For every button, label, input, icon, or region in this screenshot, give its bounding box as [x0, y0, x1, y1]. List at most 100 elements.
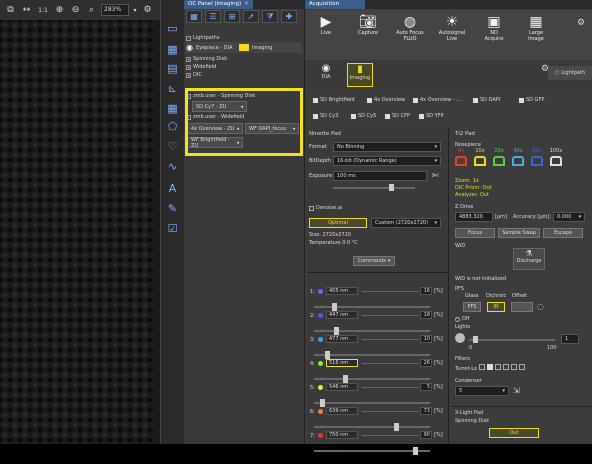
exposure-slider[interactable]: [333, 184, 415, 191]
filter-icon[interactable]: ⧩: [262, 10, 278, 23]
lights-input[interactable]: 1: [561, 334, 579, 344]
preset-item[interactable]: SD Cy3: [313, 113, 338, 119]
filter-pos[interactable]: [503, 364, 509, 370]
autofocus-button[interactable]: ◍ Auto Focus FLUO: [389, 10, 431, 42]
channel-slider[interactable]: [314, 423, 430, 431]
preset-item[interactable]: SD GFP: [519, 97, 544, 103]
exposure-input[interactable]: 100 ms: [333, 171, 427, 181]
objective-button[interactable]: [531, 156, 543, 166]
zoom-out-icon[interactable]: ⊖: [69, 4, 82, 17]
commands-button[interactable]: Commands ▾: [353, 256, 395, 266]
channel-toggle[interactable]: [318, 385, 323, 390]
optimal-button[interactable]: Optimal: [309, 218, 367, 228]
lights-slider[interactable]: [469, 336, 555, 343]
preset-item[interactable]: SD DAPI: [473, 97, 500, 103]
denoise-checkbox[interactable]: Denoise.ai: [309, 205, 342, 211]
offset-icon[interactable]: ◌: [537, 302, 544, 311]
preset-item[interactable]: 4x Overview: [367, 97, 405, 103]
channel-name[interactable]: 447 nm: [326, 311, 358, 319]
channel-name[interactable]: 516 nm: [326, 359, 358, 367]
channel-slider[interactable]: [314, 375, 430, 383]
preset-item[interactable]: 4x Overview - ...: [413, 97, 461, 103]
arrow-icon[interactable]: ➚: [243, 10, 259, 23]
expand-icon[interactable]: +: [186, 64, 191, 70]
settings-icon[interactable]: ⚙: [577, 18, 585, 28]
channel-value[interactable]: 16: [420, 287, 432, 295]
large-image-button[interactable]: ▦ Large Image: [515, 10, 557, 42]
checkbox-box[interactable]: [309, 205, 314, 211]
channel-name[interactable]: 750 nm: [326, 431, 358, 439]
grid-view-icon[interactable]: ▦: [186, 10, 202, 23]
list-view-icon[interactable]: ☰: [205, 10, 221, 23]
pfs-off-radio[interactable]: Off: [455, 316, 469, 322]
freehand-icon[interactable]: ♡: [164, 138, 181, 155]
eyepiece-label[interactable]: Eyepiece - DIA: [196, 45, 236, 51]
bitdepth-select[interactable]: 16-bit (Dynamic Range) ▾: [333, 156, 441, 166]
close-icon[interactable]: ✕: [244, 1, 249, 7]
channel-name[interactable]: 639 nm: [326, 407, 358, 415]
expand-icon[interactable]: -: [186, 35, 191, 41]
condenser-icon[interactable]: ⇲: [513, 386, 520, 395]
table-icon[interactable]: ▤: [164, 60, 181, 77]
channel-slider[interactable]: [314, 327, 430, 335]
channel-value[interactable]: 18: [420, 311, 432, 319]
channel-slider[interactable]: [314, 399, 430, 407]
imaging-label[interactable]: Imaging: [252, 45, 272, 51]
objective-button[interactable]: [550, 156, 562, 166]
pfs-button[interactable]: PFS: [463, 302, 481, 312]
channel-toggle[interactable]: [318, 433, 323, 438]
light-toggle[interactable]: [455, 333, 465, 343]
chevron-down-icon[interactable]: ▾: [132, 4, 138, 17]
eye-icon[interactable]: ◉: [186, 43, 193, 52]
grid-small-icon[interactable]: ▦: [164, 100, 181, 117]
scale-one-button[interactable]: 1:1: [36, 4, 50, 17]
exposure-tool-icon[interactable]: ✄: [432, 171, 439, 180]
tab-acquisition[interactable]: Acquisition: [305, 0, 365, 9]
filter-pos[interactable]: [487, 364, 493, 370]
search-icon[interactable]: ⌕: [85, 4, 98, 17]
pen-icon[interactable]: ✎: [164, 200, 181, 217]
image-viewer[interactable]: [0, 0, 160, 444]
preset-item[interactable]: SD YFP: [419, 113, 444, 119]
tools-icon[interactable]: ✚: [281, 10, 297, 23]
filter-pos[interactable]: [511, 364, 517, 370]
capture-button[interactable]: 📷︎ Capture: [347, 10, 389, 36]
tree-item-spinning[interactable]: + Spinning Disk: [186, 56, 302, 62]
z-position-input[interactable]: 4883.320: [455, 212, 493, 222]
mode-dia[interactable]: ◉ DIA: [313, 63, 339, 87]
discharge-button[interactable]: ⚗ Discharge: [513, 248, 545, 270]
channel-value[interactable]: 90: [420, 431, 432, 439]
tree-item-lightpaths[interactable]: - Lightpaths: [186, 35, 302, 41]
channel-slider[interactable]: [314, 351, 430, 359]
tree-item-widefield[interactable]: + Widefield: [186, 64, 302, 70]
filter-pos[interactable]: [519, 364, 525, 370]
channel-value[interactable]: 10: [420, 335, 432, 343]
radio-icon[interactable]: [455, 316, 460, 322]
channel-name[interactable]: 405 nm: [326, 287, 358, 295]
objective-button[interactable]: [512, 156, 524, 166]
in-button[interactable]: IN: [487, 302, 505, 312]
channel-value[interactable]: 73: [420, 407, 432, 415]
preset-item[interactable]: SD Brightfield: [313, 97, 355, 103]
sample-swap-button[interactable]: Sample Swap: [498, 228, 540, 238]
expand-icon[interactable]: +: [186, 72, 191, 78]
offset-input[interactable]: [511, 302, 533, 312]
channel-toggle[interactable]: [318, 361, 323, 366]
autosignal-button[interactable]: ☀ Autosignal Live: [431, 10, 473, 42]
accuracy-select[interactable]: 0.000 ▾: [553, 212, 585, 222]
preset-item[interactable]: SD CFP: [385, 113, 410, 119]
channel-toggle[interactable]: [318, 337, 323, 342]
escape-button[interactable]: Escape: [543, 228, 583, 238]
grid-icon[interactable]: ▦: [164, 41, 181, 58]
channel-toggle[interactable]: [318, 313, 323, 318]
out-button[interactable]: Out: [489, 428, 539, 438]
filter-pos[interactable]: [495, 364, 501, 370]
channel-slider[interactable]: [314, 447, 430, 455]
text-icon[interactable]: A: [164, 180, 181, 197]
mode-imaging[interactable]: ▮ Imaging: [347, 63, 373, 87]
polygon-icon[interactable]: ⬠: [164, 118, 181, 135]
live-button[interactable]: ▶ Live: [305, 10, 347, 36]
checklist-icon[interactable]: ☑: [164, 220, 181, 237]
profile-icon[interactable]: ∿: [164, 158, 181, 175]
zoom-select[interactable]: 283%: [101, 4, 129, 16]
